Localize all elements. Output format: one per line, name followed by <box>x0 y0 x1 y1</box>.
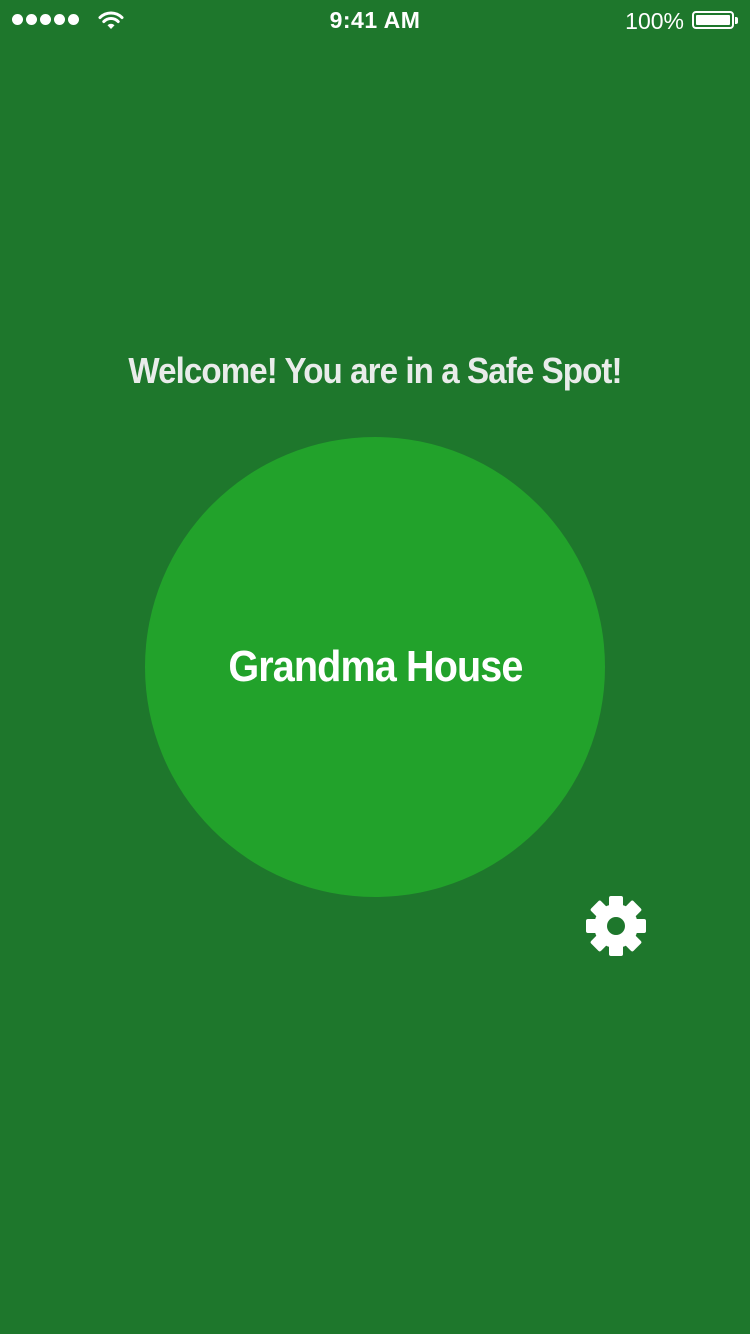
battery-percent: 100% <box>625 8 684 34</box>
safe-spot-name: Grandma House <box>227 642 523 691</box>
status-bar: 9:41 AM 100% <box>0 0 750 40</box>
battery-icon <box>692 11 738 29</box>
welcome-message: Welcome! You are in a Safe Spot! <box>128 350 622 391</box>
gear-icon[interactable] <box>584 894 648 958</box>
safe-spot-button[interactable]: Grandma House <box>145 437 605 897</box>
